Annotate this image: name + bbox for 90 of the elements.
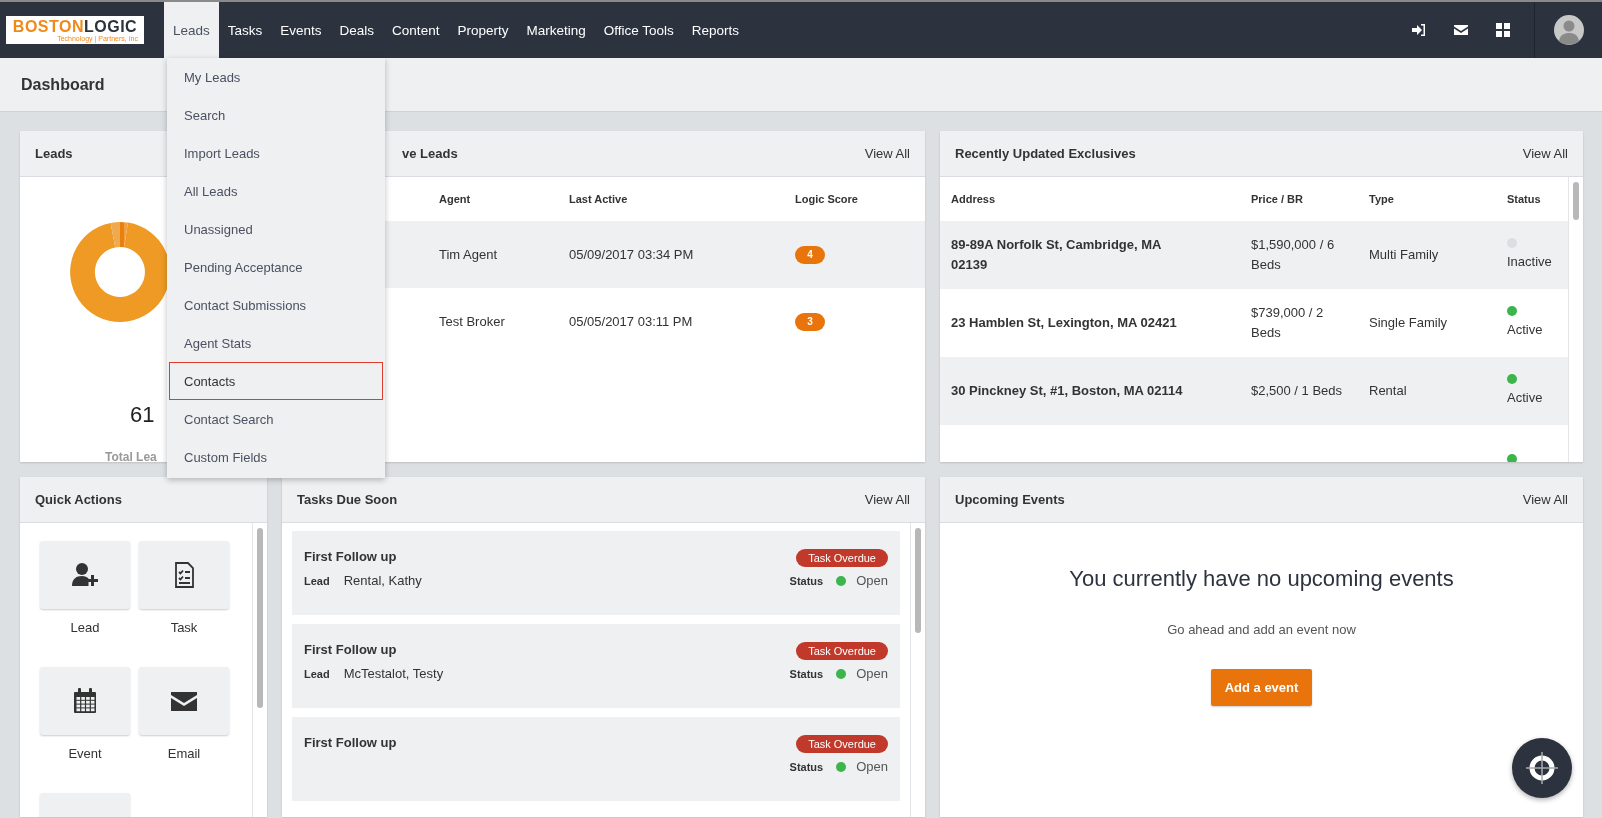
task-card[interactable]: First Follow up Task Overdue Status Open	[292, 717, 900, 801]
scrollbar-thumb[interactable]	[257, 528, 263, 708]
column-header: Agent	[439, 193, 472, 205]
status-cell-text: Inactive	[1507, 252, 1552, 271]
menu-item[interactable]: Search	[169, 96, 383, 134]
total-label: Total Lea	[105, 450, 157, 462]
overdue-badge: Task Overdue	[796, 642, 888, 660]
nav-tab[interactable]: Deals	[330, 2, 384, 58]
type-cell-text: Single Family	[1369, 313, 1449, 332]
avatar-icon[interactable]	[1554, 15, 1584, 45]
column-header: Type	[1369, 193, 1395, 205]
status-cell-text: Active	[1507, 388, 1543, 407]
menu-item[interactable]: My Leads	[169, 58, 383, 96]
type-cell-text: Multi Family	[1369, 245, 1440, 264]
address-cell-text: 89-89A Norfolk St, Cambridge, MA 02139	[951, 235, 1162, 274]
address-cell-text: 23 Hamblen St, Lexington, MA 02421	[951, 313, 1178, 332]
menu-item[interactable]: Agent Stats	[169, 324, 383, 362]
scrollbar-thumb[interactable]	[915, 528, 921, 633]
price-cell-text: $2,500 / 1 Beds	[1251, 381, 1344, 400]
card-title: ve Leads	[402, 146, 458, 161]
total-count: 61	[130, 402, 155, 428]
overdue-badge: Task Overdue	[796, 735, 888, 753]
view-all-link[interactable]: View All	[864, 492, 910, 507]
score-badge: 3	[795, 312, 825, 331]
view-all-link[interactable]: View All	[1522, 146, 1568, 161]
field-label: Status	[789, 574, 824, 587]
nav-tab[interactable]: Marketing	[517, 2, 595, 58]
lead-name: Rental, Kathy	[343, 573, 422, 588]
view-all-link[interactable]: View All	[1522, 492, 1568, 507]
nav-tab[interactable]: Content	[383, 2, 449, 58]
menu-item[interactable]: Import Leads	[169, 134, 383, 172]
card-title: Tasks Due Soon	[297, 492, 398, 507]
field-label: Status	[789, 760, 824, 773]
date-cell-text: 05/09/2017 03:34 PM	[569, 247, 695, 262]
status-text: Open	[856, 759, 888, 774]
status-text: Open	[856, 666, 888, 681]
menu-item[interactable]: Unassigned	[169, 210, 383, 248]
card-title: Leads	[35, 146, 73, 161]
field-label: Lead	[304, 667, 330, 680]
overdue-badge: Task Overdue	[796, 549, 888, 567]
menu-item[interactable]: Contact Search	[169, 400, 383, 438]
apps-grid-icon[interactable]	[1495, 22, 1511, 38]
scrollbar-thumb[interactable]	[1573, 182, 1579, 220]
column-header: Status	[1507, 193, 1542, 205]
nav-tab[interactable]: Leads	[164, 2, 219, 58]
task-title: First Follow up	[304, 735, 398, 752]
nav-tab[interactable]: Office Tools	[594, 2, 683, 58]
page-title: Dashboard	[21, 75, 105, 94]
status-cell-text: Active	[1507, 320, 1543, 339]
task-title: First Follow up	[304, 549, 398, 566]
nav-tab[interactable]: Tasks	[218, 2, 272, 58]
column-header: Logic Score	[795, 193, 859, 205]
address-cell-text: 30 Pinckney St, #1, Boston, MA 02114	[951, 381, 1184, 400]
task-card[interactable]: First Follow up Task Overdue Lead Rental, Kathy Status Open	[292, 531, 900, 615]
menu-item[interactable]: Contact Submissions	[169, 286, 383, 324]
agent-cell-text: Tim Agent	[439, 247, 499, 262]
empty-hint: Go ahead and add an event now	[1167, 622, 1356, 637]
status-text: Open	[856, 573, 888, 588]
field-label: Status	[789, 667, 824, 680]
nav-tab[interactable]: Events	[271, 2, 331, 58]
agent-cell-text: Test Broker	[439, 314, 506, 329]
menu-item[interactable]: All Leads	[169, 172, 383, 210]
empty-message: You currently have no upcoming events	[1069, 566, 1454, 592]
column-header: Price / BR	[1251, 193, 1304, 205]
card-title: Quick Actions	[35, 492, 122, 507]
crosshair-icon	[1525, 751, 1559, 785]
task-card[interactable]: First Follow up Task Overdue Lead McTestalot, Testy Status Open	[292, 624, 900, 708]
status-dot	[836, 761, 847, 772]
type-cell-text: Rental	[1369, 381, 1408, 400]
sign-in-icon[interactable]	[1411, 22, 1427, 38]
nav-tab[interactable]: Reports	[682, 2, 749, 58]
menu-item[interactable]: Pending Acceptance	[169, 248, 383, 286]
card-title: Recently Updated Exclusives	[955, 146, 1136, 161]
column-header: Address	[951, 193, 997, 205]
status-dot	[836, 575, 847, 586]
price-cell-text: $739,000 / 2 Beds	[1251, 303, 1325, 342]
card-title: Upcoming Events	[955, 492, 1065, 507]
lead-name: McTestalot, Testy	[343, 666, 444, 681]
menu-item[interactable]: Contacts	[169, 362, 383, 400]
mail-icon[interactable]	[1453, 22, 1469, 38]
nav-tab[interactable]: Property	[448, 2, 518, 58]
column-header: Last Active	[569, 193, 629, 205]
date-cell-text: 05/05/2017 03:11 PM	[569, 314, 694, 329]
field-label: Lead	[304, 574, 330, 587]
score-badge: 4	[795, 245, 825, 264]
menu-item[interactable]: Custom Fields	[169, 438, 383, 476]
status-dot	[836, 668, 847, 679]
view-all-link[interactable]: View All	[864, 146, 910, 161]
price-cell-text: $1,590,000 / 6 Beds	[1251, 235, 1336, 274]
task-title: First Follow up	[304, 642, 398, 659]
